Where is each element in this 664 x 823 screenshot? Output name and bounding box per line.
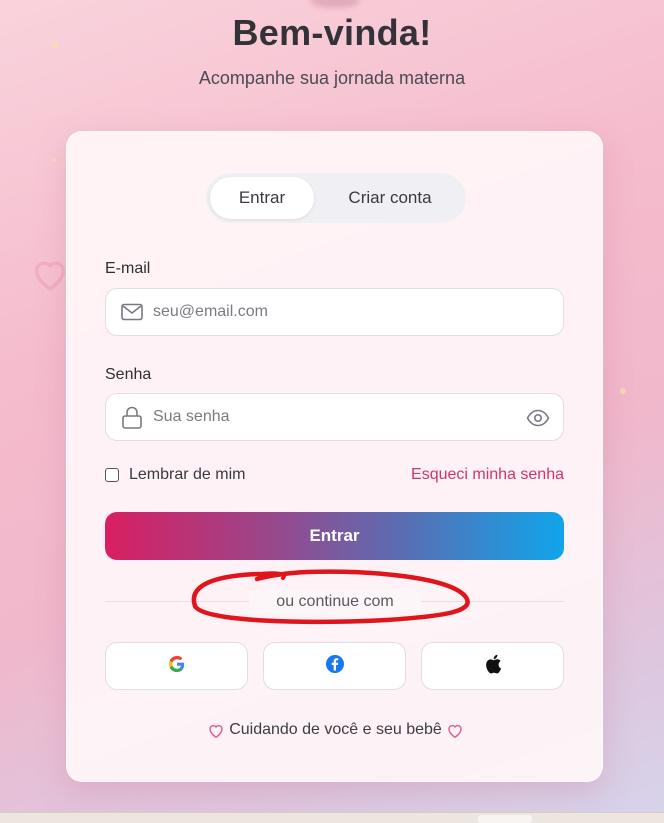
login-card: Entrar Criar conta E-mail Senha: [66, 131, 603, 782]
apple-login-button[interactable]: [421, 642, 564, 690]
password-field-container: [105, 393, 564, 441]
heart-icon: [448, 724, 462, 738]
footer-text: Cuidando de você e seu bebê: [229, 721, 442, 738]
sparkle-decoration: [620, 388, 626, 394]
email-label: E-mail: [105, 260, 151, 277]
email-input[interactable]: [153, 289, 513, 335]
red-annotation-circle: [191, 569, 470, 625]
email-field-container: [105, 288, 564, 336]
tab-register[interactable]: Criar conta: [318, 177, 462, 219]
remember-label: Lembrar de mim: [129, 466, 246, 483]
bottom-bar: [0, 812, 664, 823]
forgot-password-link[interactable]: Esqueci minha senha: [411, 466, 564, 484]
footer: Cuidando de você e seu bebê: [67, 721, 604, 739]
bottom-tab: [478, 815, 532, 823]
apple-icon: [484, 654, 502, 679]
remember-checkbox[interactable]: [105, 468, 119, 482]
google-icon: [167, 654, 187, 679]
facebook-icon: [325, 654, 345, 679]
password-label: Senha: [105, 366, 152, 383]
tab-login[interactable]: Entrar: [210, 177, 314, 219]
auth-tabs: Entrar Criar conta: [206, 173, 466, 223]
lock-icon: [121, 406, 143, 435]
google-login-button[interactable]: [105, 642, 248, 690]
sparkle-decoration: [52, 158, 56, 162]
top-decoration: [310, 0, 360, 8]
password-input[interactable]: [153, 394, 513, 440]
eye-icon[interactable]: [526, 409, 550, 432]
heart-icon: [209, 724, 223, 738]
mail-icon: [121, 303, 143, 326]
background-heart-icon: [34, 261, 66, 291]
remember-me: Lembrar de mim: [105, 466, 245, 484]
page-title: Bem-vinda!: [232, 12, 432, 53]
page-subtitle: Acompanhe sua jornada materna: [198, 68, 466, 88]
facebook-login-button[interactable]: [263, 642, 406, 690]
login-button[interactable]: Entrar: [105, 512, 564, 560]
